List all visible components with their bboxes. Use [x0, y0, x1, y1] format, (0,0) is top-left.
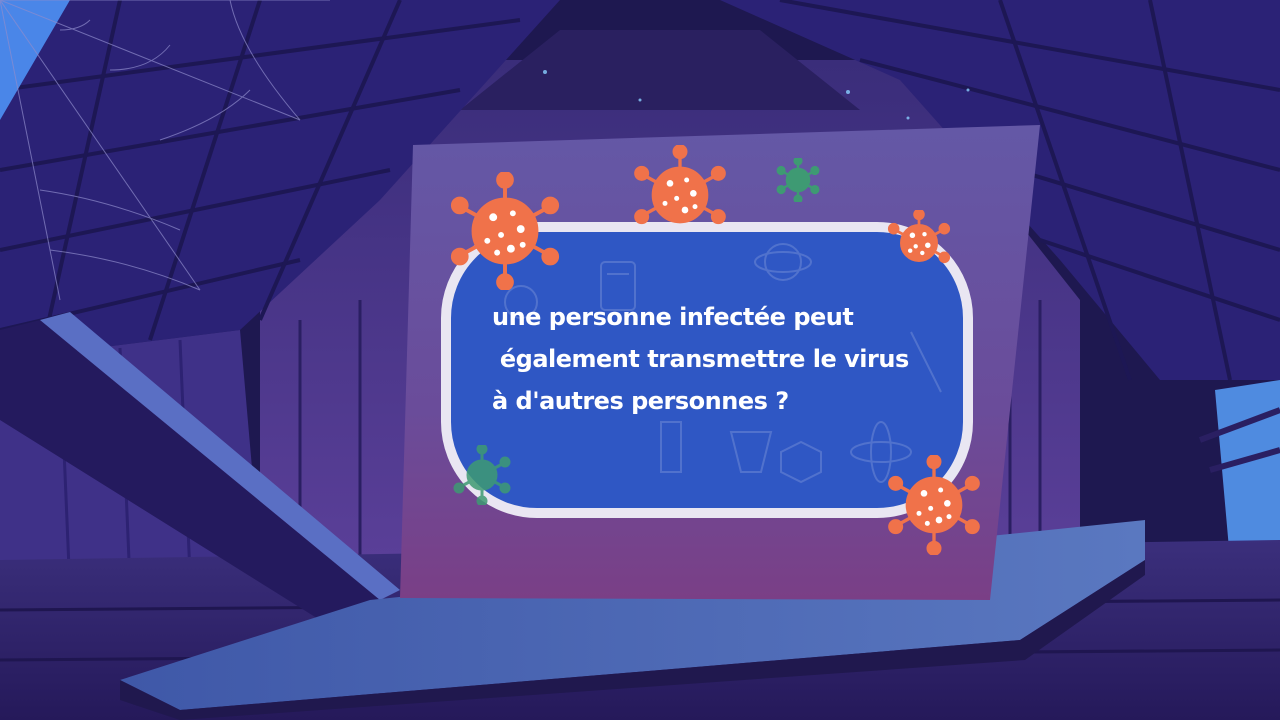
virus-icon — [634, 145, 726, 225]
question-line-1: une personne infectée peut — [492, 303, 854, 331]
virus-icon — [887, 210, 951, 264]
virus-icon — [450, 172, 560, 290]
question-line-2: également transmettre le virus — [492, 345, 909, 373]
virus-icon — [453, 445, 511, 505]
question-text: une personne infectée peut également tra… — [492, 296, 932, 422]
attic-scene: une personne infectée peut également tra… — [0, 0, 1280, 720]
virus-icon — [888, 455, 980, 555]
virus-icon — [776, 158, 820, 202]
question-line-3: à d'autres personnes ? — [492, 387, 789, 415]
